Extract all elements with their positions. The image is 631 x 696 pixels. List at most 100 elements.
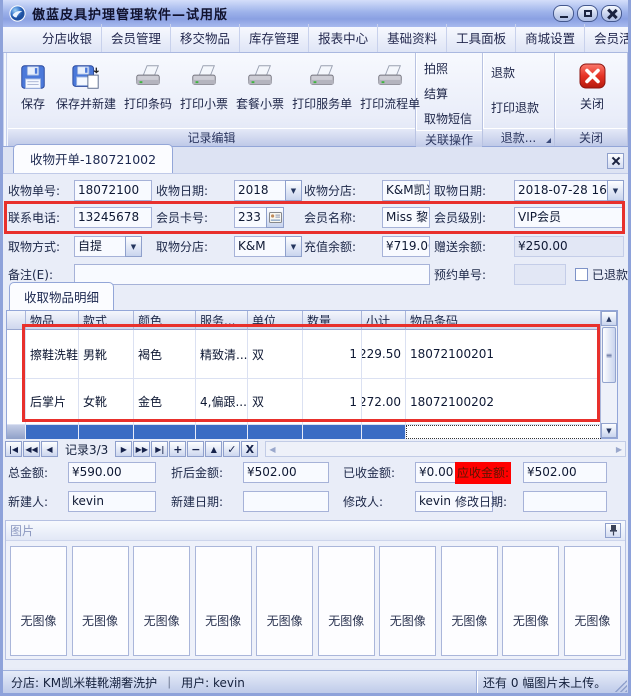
status-user: 用户: kevin [181,674,245,691]
group-label-close: 关闭 [555,128,627,146]
print-process-order-button[interactable]: 打印流程单 [356,57,424,117]
image-placeholder[interactable]: 无图像 [195,546,252,656]
nav-cancel-button[interactable]: X [241,441,258,457]
created-by-field: kevin [68,491,156,512]
menu-tab-transfer-items[interactable]: 移交物品 [171,24,240,52]
pickup-date-combo[interactable]: 2018-07-28 16: ▼ [514,180,624,201]
print-barcode-button[interactable]: 打印条码 [120,57,176,117]
created-date-label: 新建日期: [171,491,223,513]
image-placeholder[interactable]: 无图像 [10,546,67,656]
minimize-button[interactable] [553,5,574,22]
group-label-related-ops: 关联操作 [416,130,482,148]
settle-button[interactable]: 结算 [422,82,474,105]
nav-edit-button[interactable]: ▲ [205,441,222,457]
scroll-left-icon[interactable]: ◀ [269,445,275,454]
focused-cell[interactable] [406,425,601,439]
pickup-sms-button[interactable]: 取物短信 [422,107,474,130]
chevron-down-icon[interactable]: ▼ [125,236,142,257]
scrollbar-thumb[interactable]: ≡ [602,327,616,383]
receipt-date-combo[interactable]: 2018 ▼ [234,180,302,201]
member-name-field[interactable]: Miss 黎 [382,207,430,228]
menu-tab-member-mgmt[interactable]: 会员管理 [102,24,171,52]
col-header-subtotal[interactable]: 小计 [362,311,406,330]
chevron-down-icon[interactable]: ▼ [607,180,624,201]
save-and-new-button[interactable]: 保存并新建 [52,57,120,117]
menu-tab-base-data[interactable]: 基础资料 [378,24,447,52]
phone-field[interactable]: 13245678 [74,207,152,228]
tab-item-details[interactable]: 收取物品明细 [9,282,114,310]
image-placeholder[interactable]: 无图像 [564,546,621,656]
status-bar: 分店: KM凯米鞋靴潮奢洗护 ｜ 用户: kevin 还有 0 幅图片未上传。 [3,670,628,693]
table-row[interactable]: 擦鞋洗鞋 男靴 褐色 精致清... 双 1 ¥229.50 1807210020… [7,330,601,379]
menu-tab-tool-panel[interactable]: 工具面板 [447,24,516,52]
toolbar-group-related-ops: 拍照 结算 取物短信 关联操作 [416,53,483,146]
scroll-up-icon[interactable]: ▲ [601,311,617,326]
image-placeholder[interactable]: 无图像 [379,546,436,656]
receipt-store-field[interactable]: K&M凯米 [382,180,430,201]
photo-button[interactable]: 拍照 [422,57,474,80]
table-header-row: 物品 款式 颜色 服务... 单位 数量 小计 物品条码 [7,311,601,330]
scroll-down-icon[interactable]: ▼ [601,423,617,438]
pickup-method-combo[interactable]: 自提 ▼ [74,236,142,257]
image-placeholder[interactable]: 无图像 [441,546,498,656]
col-header-service[interactable]: 服务... [196,311,248,330]
chevron-down-icon[interactable]: ▼ [285,180,302,201]
refund-button[interactable]: 退款 [489,61,541,84]
nav-delete-button[interactable]: − [187,441,204,457]
resize-grip[interactable] [615,680,627,692]
col-header-unit[interactable]: 单位 [248,311,303,330]
print-service-order-button[interactable]: 打印服务单 [288,57,356,117]
print-receipt-button[interactable]: 打印小票 [176,57,232,117]
remark-field[interactable] [74,264,430,285]
recharge-balance-field: ¥719.00 [382,236,430,257]
nav-last-button[interactable]: ▶| [151,441,168,457]
pin-button[interactable] [605,523,621,538]
selected-empty-row[interactable] [7,425,601,439]
image-placeholder[interactable]: 无图像 [318,546,375,656]
doc-tab-receiving-order[interactable]: 收物开单-180721002 [13,144,173,173]
col-header-qty[interactable]: 数量 [303,311,362,330]
col-header-style[interactable]: 款式 [79,311,134,330]
scroll-right-icon[interactable]: ▶ [616,445,622,454]
receipt-no-field[interactable]: 18072100 [74,180,152,201]
col-header-barcode[interactable]: 物品条码 [406,311,601,330]
menu-tab-member-activity[interactable]: 会员活动 [585,24,631,52]
close-form-button[interactable]: 关闭 [572,57,612,117]
save-button[interactable]: 保存 [14,57,52,117]
col-header-item[interactable]: 物品 [26,311,79,330]
member-level-field[interactable]: VIP会员 [514,207,624,228]
maximize-button[interactable] [577,5,598,22]
save-new-icon [71,62,101,92]
group-label-refund[interactable]: 退款... [483,128,554,146]
close-button[interactable] [601,5,622,22]
table-vertical-scrollbar[interactable]: ▲ ≡ ▼ [600,311,617,438]
chevron-down-icon[interactable]: ▼ [285,236,302,257]
menu-tab-mall-settings[interactable]: 商城设置 [516,24,585,52]
member-card-combo[interactable]: 233 [234,207,284,228]
image-placeholder[interactable]: 无图像 [133,546,190,656]
col-header-color[interactable]: 颜色 [134,311,196,330]
row-indicator-header [7,311,26,330]
nav-next-button[interactable]: ▶ [115,441,132,457]
nav-next-page-button[interactable]: ▶▶ [133,441,150,457]
nav-post-button[interactable]: ✓ [223,441,240,457]
refunded-checkbox[interactable] [575,268,588,281]
nav-first-button[interactable]: |◀ [5,441,22,457]
menu-tab-store-cashier[interactable]: 分店收银 [33,24,102,52]
combo-receipt-button[interactable]: 套餐小票 [232,57,288,117]
image-placeholder[interactable]: 无图像 [256,546,313,656]
image-placeholder[interactable]: 无图像 [72,546,129,656]
booking-no-field[interactable] [514,264,566,285]
table-horizontal-scrollbar[interactable]: ◀ ▶ [265,441,626,457]
image-placeholder[interactable]: 无图像 [502,546,559,656]
print-refund-button[interactable]: 打印退款 [489,96,541,119]
table-row[interactable]: 后掌片 女靴 金色 4,偏跟... 双 1 ¥272.00 1807210020… [7,379,601,425]
nav-prev-page-button[interactable]: ◀◀ [23,441,40,457]
nav-prev-button[interactable]: ◀ [41,441,58,457]
menu-tab-reports[interactable]: 报表中心 [309,24,378,52]
pickup-store-combo[interactable]: K&M ▼ [234,236,302,257]
menu-tab-inventory[interactable]: 库存管理 [240,24,309,52]
member-card-lookup-button[interactable] [266,207,284,228]
nav-insert-button[interactable]: + [169,441,186,457]
doc-tab-close-button[interactable] [607,153,624,169]
